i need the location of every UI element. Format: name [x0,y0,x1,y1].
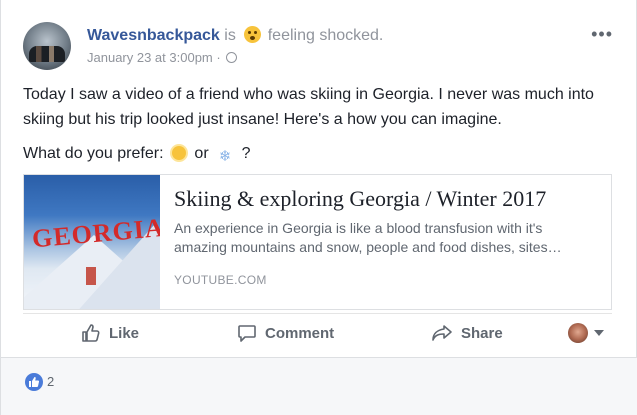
author-name[interactable]: Wavesnbackpack [87,27,220,44]
question-or: or [194,145,209,162]
link-body: Skiing & exploring Georgia / Winter 2017… [174,185,599,287]
thumbnail-stamp [86,267,96,285]
shocked-emoji-icon [244,26,262,43]
timestamp[interactable]: January 23 at 3:00pm [87,50,213,65]
chevron-down-icon [594,330,604,336]
reaction-count: 2 [47,374,55,389]
author-line: Wavesnbackpack is feeling shocked. [87,26,383,45]
meta-separator: · [216,50,221,65]
more-options-button[interactable]: ••• [591,24,613,45]
link-thumbnail[interactable]: GEORGIA [24,175,160,309]
globe-icon[interactable] [226,52,238,63]
action-bar: Like Comment Share [23,313,612,354]
post-text: Today I saw a video of a friend who was … [23,82,623,175]
share-button[interactable]: Share [431,323,503,345]
is-word: is [224,27,236,44]
share-arrow-icon [432,325,452,341]
share-label: Share [461,325,503,342]
like-button[interactable]: Like [81,323,139,345]
link-title[interactable]: Skiing & exploring Georgia / Winter 2017 [174,185,599,213]
post-as-selector[interactable] [568,323,604,343]
link-preview[interactable]: GEORGIA Skiing & exploring Georgia / Win… [23,174,612,310]
post-footer: 2 [1,358,637,415]
user-avatar [568,323,588,343]
comment-button[interactable]: Comment [237,323,334,345]
comment-label: Comment [265,325,335,342]
thumbs-up-icon [82,324,100,342]
snowflake-emoji-icon: ❄ [218,148,232,165]
link-description: An experience in Georgia is like a blood… [174,220,562,255]
reaction-summary[interactable]: 2 [25,373,54,391]
post-header: Wavesnbackpack is feeling shocked. Janua… [23,20,613,70]
question-suffix: ? [241,145,251,162]
sun-emoji-icon [171,146,186,160]
post-card: Wavesnbackpack is feeling shocked. Janua… [0,0,637,415]
like-reaction-icon [25,373,43,391]
post-body-paragraph: Today I saw a video of a friend who was … [23,86,594,128]
author-avatar[interactable] [23,22,71,70]
post-question: What do you prefer: or ❄ ? [23,141,623,166]
comment-bubble-icon [238,325,256,342]
feeling-text: feeling shocked. [267,27,384,44]
link-domain: YOUTUBE.COM [174,273,267,287]
like-label: Like [109,325,140,342]
post-meta: January 23 at 3:00pm · [87,50,238,65]
avatar-photo [29,46,65,62]
question-prefix: What do you prefer: [23,145,164,162]
